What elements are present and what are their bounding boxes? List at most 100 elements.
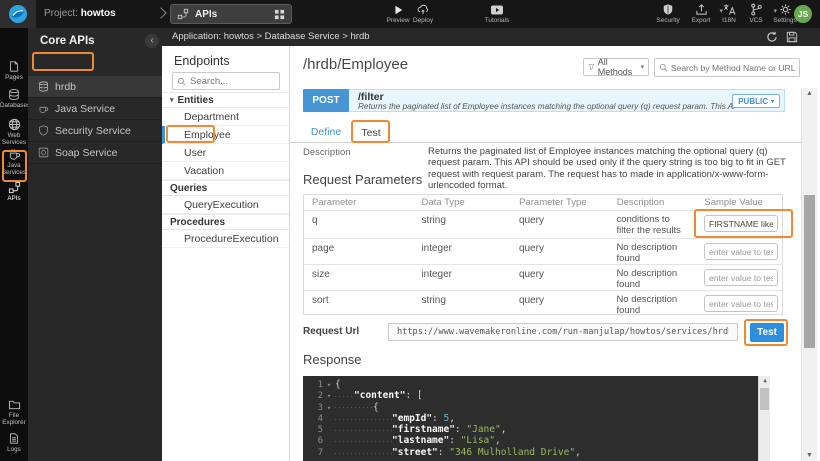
coffee-icon: [0, 148, 28, 161]
sample-value-input-q[interactable]: [704, 215, 778, 232]
breadcrumb-bar: Application: howtos > Database Service >…: [162, 28, 820, 46]
soap-icon: [38, 147, 49, 158]
endpoint-item-department[interactable]: Department: [162, 108, 289, 126]
main-content: /hrdb/Employee All Methods ▾ POST /filte…: [290, 46, 820, 461]
code-line: 2▾"content": [: [303, 390, 770, 401]
export-button[interactable]: Export ▾: [686, 2, 716, 24]
wavemaker-logo[interactable]: [0, 0, 36, 28]
table-header-row: Parameter Data Type Parameter Type Descr…: [304, 195, 782, 210]
globe-icon: [0, 118, 28, 131]
i18n-button[interactable]: I18N: [716, 2, 742, 24]
top-bar: Project: howtos APIs Preview: [0, 0, 820, 28]
tutorials-button[interactable]: Tutorials: [478, 2, 516, 24]
branch-icon: [742, 2, 770, 16]
endpoints-panel: Endpoints ▾Entities Department Employee …: [162, 46, 290, 461]
endpoint-item-procedureexecution[interactable]: ProcedureExecution: [162, 230, 289, 248]
sidebar-item-pages[interactable]: Pages: [0, 60, 28, 81]
endpoint-item-vacation[interactable]: Vacation: [162, 162, 289, 180]
tab-test[interactable]: Test: [352, 121, 390, 143]
collapse-panel-icon[interactable]: ‹: [145, 34, 159, 48]
api-icon: [177, 8, 189, 20]
access-dropdown[interactable]: PUBLIC ▾: [732, 94, 780, 108]
sidebar-item-java-services[interactable]: Java Services: [0, 148, 28, 176]
sample-value-input-page[interactable]: [704, 243, 778, 260]
core-apis-panel: Core APIs ‹ hrdb Java Service Security S…: [28, 28, 162, 461]
methods-filter-dropdown[interactable]: All Methods ▾: [583, 58, 649, 76]
request-url-label: Request Url: [303, 326, 359, 337]
fold-icon[interactable]: ▾: [323, 391, 335, 402]
wavemaker-logo-icon: [8, 4, 28, 24]
sidebar-item-apis[interactable]: APIs: [0, 181, 28, 202]
refresh-icon[interactable]: [766, 31, 778, 43]
page-title: /hrdb/Employee: [303, 56, 408, 73]
apis-workspace-tab[interactable]: APIs: [170, 4, 292, 24]
endpoint-item-user[interactable]: User: [162, 144, 289, 162]
scroll-up-icon[interactable]: ▲: [759, 377, 770, 384]
request-parameters-table: Parameter Data Type Parameter Type Descr…: [303, 194, 783, 315]
description-label: Description: [303, 147, 351, 158]
editor-scrollbar-thumb[interactable]: [760, 388, 769, 410]
endpoint-item-queryexecution[interactable]: QueryExecution: [162, 196, 289, 214]
api-method-row[interactable]: POST /filter Returns the paginated list …: [303, 89, 785, 112]
apis-tab-label: APIs: [195, 9, 268, 20]
service-item-hrdb[interactable]: hrdb: [28, 76, 162, 98]
api-icon: [0, 181, 28, 194]
app-window: Project: howtos APIs Preview: [0, 0, 820, 461]
sample-value-input-sort[interactable]: [704, 295, 778, 312]
code-line: 5"firstname": "Jane",: [303, 424, 770, 435]
sidebar-item-web-services[interactable]: Web Services: [0, 118, 28, 146]
page-scrollbar-thumb[interactable]: [804, 195, 815, 348]
method-search-input[interactable]: [671, 63, 795, 73]
service-item-java-service[interactable]: Java Service: [28, 98, 162, 120]
section-queries[interactable]: Queries: [162, 180, 289, 196]
search-icon: [177, 77, 186, 86]
database-icon: [0, 88, 28, 101]
service-item-security-service[interactable]: Security Service: [28, 120, 162, 142]
method-tabs: Define Test: [290, 120, 802, 143]
code-line: 3▾{: [303, 402, 770, 413]
request-url-input[interactable]: [388, 323, 738, 341]
database-icon: [38, 81, 49, 92]
funnel-icon: [588, 63, 595, 71]
vcs-button[interactable]: VCS ▾: [742, 2, 770, 24]
save-icon[interactable]: [786, 31, 798, 43]
table-row: size integer query No description found: [304, 264, 782, 290]
test-button[interactable]: Test: [750, 323, 784, 342]
scroll-up-icon[interactable]: ▲: [802, 90, 817, 97]
sidebar-item-databases[interactable]: Databases: [0, 88, 28, 109]
response-title: Response: [303, 352, 362, 367]
method-summary: Returns the paginated list of Employee i…: [358, 102, 738, 111]
grid-icon[interactable]: [274, 9, 285, 20]
user-avatar[interactable]: JS: [794, 5, 812, 23]
sidebar-item-logs[interactable]: Logs: [0, 432, 28, 453]
section-entities[interactable]: ▾Entities: [162, 92, 289, 108]
sample-value-input-size[interactable]: [704, 269, 778, 286]
video-icon: [478, 2, 516, 16]
endpoints-search-input[interactable]: [190, 76, 270, 87]
table-row: page integer query No description found: [304, 238, 782, 264]
deploy-button[interactable]: Deploy: [408, 2, 438, 24]
scroll-down-icon[interactable]: ▼: [802, 452, 817, 459]
language-icon: [716, 2, 742, 16]
endpoints-search[interactable]: [172, 72, 280, 90]
service-item-soap-service[interactable]: Soap Service: [28, 142, 162, 164]
caret-down-icon: ▾: [170, 97, 174, 104]
code-line: 4"empId": 5,: [303, 413, 770, 424]
sidebar-item-file-explorer[interactable]: File Explorer: [0, 399, 28, 426]
code-line: 1▾{: [303, 379, 770, 390]
response-code-editor[interactable]: 1▾{ 2▾"content": [ 3▾{ 4"empId": 5, 5"fi…: [303, 376, 770, 461]
folder-icon: [0, 399, 28, 411]
breadcrumb: Application: howtos > Database Service >…: [172, 28, 370, 46]
page-scrollbar[interactable]: ▲ ▼: [801, 88, 817, 461]
shield-icon: [650, 2, 686, 16]
shield-icon: [38, 125, 49, 136]
tab-define[interactable]: Define: [303, 121, 349, 143]
method-search[interactable]: [654, 58, 800, 77]
editor-scrollbar[interactable]: ▲: [758, 376, 770, 461]
security-button[interactable]: Security: [650, 2, 686, 24]
section-procedures[interactable]: Procedures: [162, 214, 289, 230]
log-file-icon: [0, 432, 28, 445]
endpoint-item-employee[interactable]: Employee: [162, 126, 289, 144]
coffee-icon: [38, 103, 49, 114]
code-line: 6"lastname": "Lisa",: [303, 435, 770, 446]
